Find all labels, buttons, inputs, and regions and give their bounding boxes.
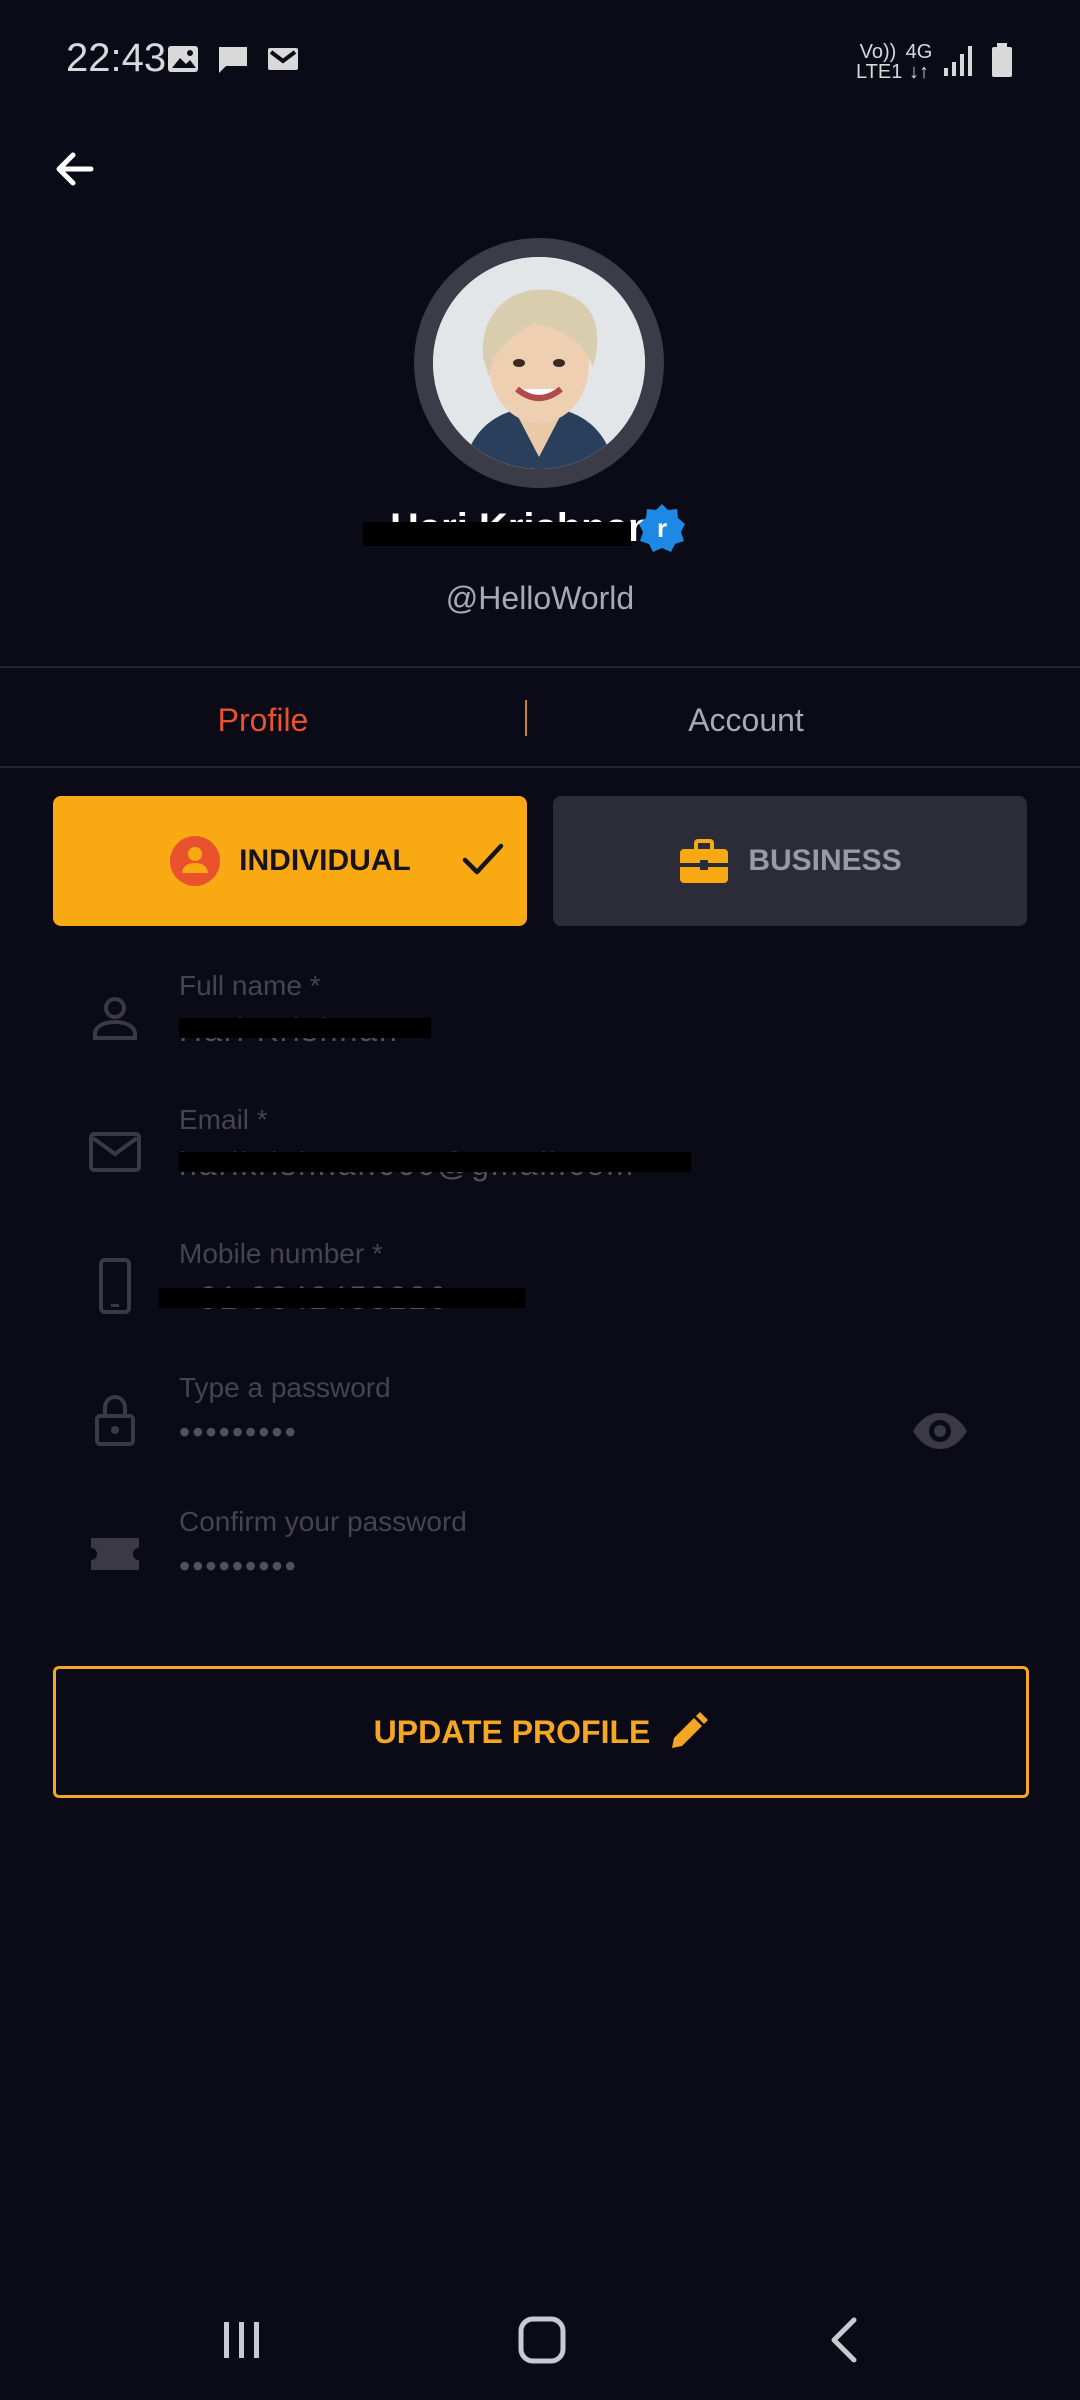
mail-icon bbox=[89, 1132, 141, 1172]
redaction-bar bbox=[179, 1152, 691, 1172]
svg-text:r: r bbox=[657, 513, 667, 543]
redaction-bar bbox=[179, 1018, 431, 1038]
arrow-left-icon bbox=[56, 152, 94, 186]
mobile-label: Mobile number * bbox=[179, 1238, 383, 1269]
email-label: Email * bbox=[179, 1104, 268, 1135]
eye-icon[interactable] bbox=[911, 1402, 969, 1460]
update-profile-button[interactable]: UPDATE PROFILE bbox=[53, 1666, 1029, 1798]
profile-name-row: Hari Krishnan r bbox=[360, 500, 720, 560]
battery-icon bbox=[992, 43, 1012, 77]
ticket-icon bbox=[91, 1538, 139, 1570]
person-icon bbox=[93, 997, 137, 1040]
system-navigation-bar bbox=[0, 2280, 1080, 2400]
password-value: ••••••••• bbox=[179, 1414, 298, 1450]
redaction-bar bbox=[159, 1288, 525, 1308]
verified-badge-icon: r bbox=[639, 504, 685, 552]
phone-icon bbox=[99, 1258, 131, 1314]
business-label: BUSINESS bbox=[748, 844, 902, 877]
network-type: 4G ↓↑ bbox=[905, 41, 933, 83]
chevron-left-icon bbox=[831, 2317, 857, 2363]
back-nav-button[interactable] bbox=[806, 2310, 886, 2370]
individual-button[interactable]: INDIVIDUAL bbox=[53, 796, 527, 926]
volte-indicator: Vo)) LTE1 bbox=[856, 41, 903, 83]
divider bbox=[0, 666, 1080, 668]
status-time: 22:43 bbox=[66, 36, 167, 80]
lock-icon bbox=[95, 1394, 135, 1446]
home-icon bbox=[518, 2316, 566, 2364]
tab-profile[interactable]: Profile bbox=[0, 690, 526, 750]
tab-account[interactable]: Account bbox=[526, 690, 966, 750]
signal-icon bbox=[944, 46, 972, 76]
recent-apps-button[interactable] bbox=[202, 2310, 282, 2370]
divider bbox=[0, 766, 1080, 768]
avatar[interactable] bbox=[414, 238, 664, 488]
confirm-password-field[interactable]: Confirm your password ••••••••• bbox=[53, 1494, 1027, 1614]
home-button[interactable] bbox=[502, 2310, 582, 2370]
redaction-bar bbox=[363, 522, 631, 546]
username: @HelloWorld bbox=[445, 580, 635, 616]
mobile-field[interactable]: Mobile number * +91 9842453226 bbox=[53, 1226, 1027, 1346]
update-profile-label: UPDATE PROFILE bbox=[373, 1713, 651, 1750]
person-circle-icon bbox=[170, 836, 221, 886]
message-icon bbox=[219, 47, 247, 73]
full-name-label: Full name * bbox=[179, 970, 321, 1001]
business-button[interactable]: BUSINESS bbox=[553, 796, 1027, 926]
email-field[interactable]: Email * harikrishnan666@gmail.com bbox=[53, 1092, 1027, 1212]
image-icon bbox=[168, 46, 198, 72]
briefcase-icon bbox=[680, 839, 729, 883]
back-button[interactable] bbox=[40, 134, 110, 204]
pencil-icon bbox=[672, 1712, 709, 1748]
individual-label: INDIVIDUAL bbox=[239, 844, 411, 877]
check-icon bbox=[462, 843, 504, 875]
password-label: Type a password bbox=[179, 1372, 391, 1403]
avatar-photo bbox=[433, 257, 645, 469]
confirm-password-label: Confirm your password bbox=[179, 1506, 467, 1537]
password-field[interactable]: Type a password ••••••••• bbox=[53, 1360, 1027, 1480]
recent-apps-icon bbox=[224, 2322, 259, 2358]
full-name-field[interactable]: Full name * Hari Krishnan bbox=[53, 958, 1027, 1078]
confirm-password-value: ••••••••• bbox=[179, 1548, 298, 1584]
gmail-icon bbox=[268, 48, 298, 70]
